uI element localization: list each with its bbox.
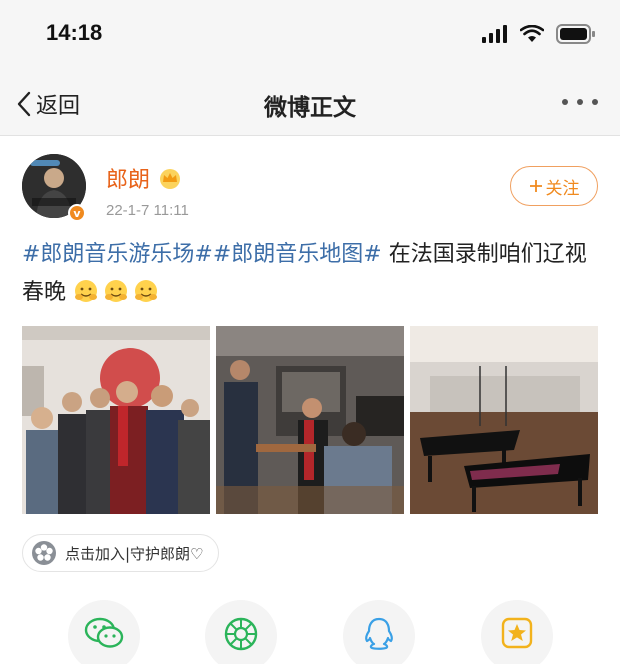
- moments-icon: [224, 617, 258, 651]
- share-qzone-button[interactable]: [481, 600, 553, 664]
- group-photo-image: [22, 326, 210, 514]
- status-bar: 14:18: [0, 0, 620, 70]
- studio-photo-image: [216, 326, 404, 514]
- post-time: 22-1-7 11:11: [106, 202, 189, 219]
- qzone-icon: [501, 617, 533, 649]
- more-button[interactable]: [562, 92, 598, 112]
- crown-icon: [160, 169, 181, 189]
- topic-link[interactable]: #郎朗音乐游乐场#: [22, 242, 213, 267]
- username-row: 郎朗: [106, 162, 182, 194]
- battery-icon: [556, 24, 595, 44]
- wifi-icon: [520, 25, 544, 42]
- dot-icon: [562, 99, 568, 105]
- status-icons: [482, 24, 596, 44]
- plus-icon: [529, 180, 542, 192]
- hugging-emoji-icon: [105, 280, 128, 302]
- post-photo[interactable]: [216, 326, 404, 514]
- qq-icon: [365, 617, 393, 650]
- hugging-emoji-icon: [135, 280, 158, 302]
- hugging-emoji-icon: [75, 280, 98, 302]
- dot-icon: [592, 99, 598, 105]
- post-text: #郎朗音乐游乐场##郎朗音乐地图# 在法国录制咱们辽视春晚: [22, 236, 602, 312]
- fan-group-chip[interactable]: 点击加入|守护郎朗♡: [22, 534, 219, 572]
- post-photo[interactable]: [410, 326, 598, 514]
- share-row: [0, 600, 620, 664]
- signal-icon: [482, 25, 507, 43]
- status-time: 14:18: [46, 20, 103, 45]
- pianos-photo-image: [410, 326, 598, 514]
- nav-bar: 返回 微博正文: [0, 70, 620, 136]
- fan-group-label: 点击加入|守护郎朗♡: [65, 544, 204, 563]
- wechat-icon: [84, 617, 124, 648]
- username[interactable]: 郎朗: [106, 162, 150, 194]
- topic-link[interactable]: #郎朗音乐地图#: [213, 242, 382, 267]
- verified-badge-icon: v: [68, 204, 86, 222]
- post-header: v 郎朗 22-1-7 11:11 关注: [0, 136, 620, 228]
- share-wechat-button[interactable]: [68, 600, 140, 664]
- dot-icon: [577, 99, 583, 105]
- page-title: 微博正文: [264, 95, 356, 121]
- flower-icon: [32, 541, 56, 565]
- follow-label: 关注: [545, 178, 580, 199]
- share-moments-button[interactable]: [205, 600, 277, 664]
- post-photo[interactable]: [22, 326, 210, 514]
- share-qq-button[interactable]: [343, 600, 415, 664]
- follow-button[interactable]: 关注: [510, 166, 598, 206]
